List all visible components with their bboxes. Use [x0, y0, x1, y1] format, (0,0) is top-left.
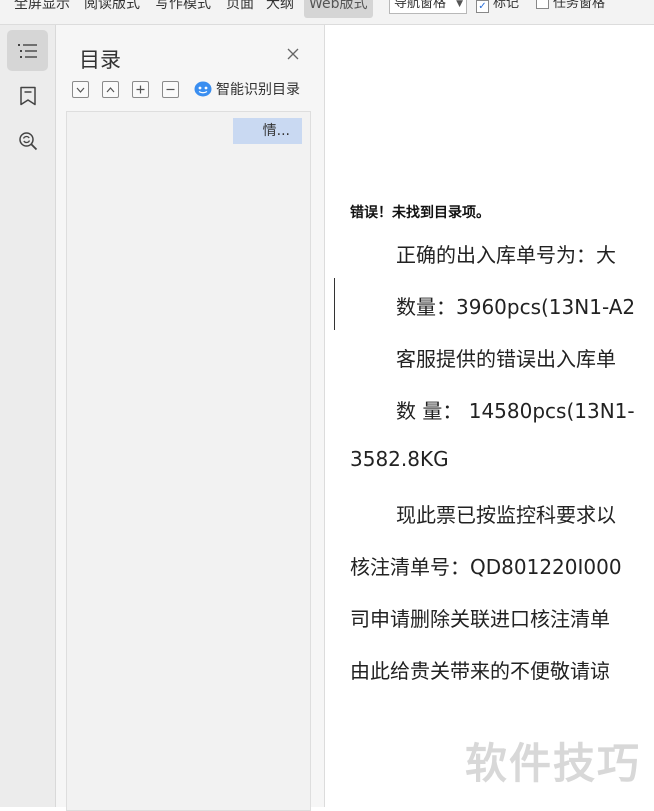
nav-pane-title: 目录 [79, 48, 121, 72]
checkbox-empty-icon [536, 0, 549, 9]
full-screen-button[interactable]: 全屏显示 [14, 0, 70, 18]
doc-paragraph-line: 3582.8KG [350, 447, 449, 471]
find-replace-rail-button[interactable] [7, 120, 48, 161]
reading-layout-button[interactable]: 阅读版式 [84, 0, 140, 18]
task-pane-checkbox[interactable]: 任务窗格 [536, 0, 605, 14]
plus-icon [136, 85, 145, 94]
chevron-down-icon: ▼ [456, 0, 463, 9]
nav-pane-select[interactable]: 导航窗格 ▼ [389, 0, 467, 14]
toc-item[interactable]: 情... [233, 118, 302, 144]
demote-level-button[interactable] [162, 81, 179, 98]
toc-list: 情... [66, 111, 311, 811]
close-nav-pane-button[interactable] [284, 45, 302, 63]
nav-pane-select-value: 导航窗格 [394, 0, 447, 11]
chevron-down-icon [76, 87, 85, 93]
chevron-up-icon [106, 86, 115, 92]
list-icon [17, 43, 37, 58]
search-replace-icon [18, 131, 37, 150]
task-pane-checkbox-label: 任务窗格 [553, 0, 606, 11]
mark-checkbox[interactable]: ✓ 标记 [476, 0, 519, 14]
toc-error-message: 错误！未找到目录项。 [350, 205, 490, 221]
doc-paragraph-line: 数 量： 14580pcs(13N1- [396, 399, 635, 423]
web-layout-button[interactable]: Web版式 [304, 0, 373, 18]
navigation-pane: 目录 智能识别目录 情... [56, 25, 325, 811]
toc-rail-button[interactable] [7, 30, 48, 71]
watermark: 软件技巧 [465, 739, 642, 788]
doc-paragraph-line: 客服提供的错误出入库单 [396, 347, 616, 371]
promote-level-button[interactable] [132, 81, 149, 98]
doc-paragraph-line: 由此给贵关带来的不便敬请谅 [350, 659, 610, 683]
doc-paragraph-line: 核注清单号：QD801220I000 [350, 555, 622, 579]
doc-paragraph-line: 正确的出入库单号为：大 [396, 243, 616, 267]
expand-all-button[interactable] [102, 81, 119, 98]
side-rail [0, 25, 56, 807]
close-icon [287, 48, 299, 60]
doc-paragraph-line: 数量：3960pcs(13N1-A2 [396, 295, 636, 319]
view-toolbar: 全屏显示 阅读版式 写作模式 页面 大纲 Web版式 导航窗格 ▼ ✓ 标记 任务… [0, 0, 654, 25]
doc-paragraph-line: 司申请删除关联进口核注清单 [350, 607, 610, 631]
outline-view-button[interactable]: 大纲 [266, 0, 294, 18]
minus-icon [166, 88, 175, 91]
mark-checkbox-label: 标记 [493, 0, 520, 11]
text-caret [334, 278, 335, 330]
doc-paragraph-line: 现此票已按监控科要求以 [396, 503, 616, 527]
bookmark-rail-button[interactable] [7, 75, 48, 116]
document-page[interactable]: 错误！未找到目录项。 正确的出入库单号为：大 数量：3960pcs(13N1-A… [325, 25, 654, 807]
bookmark-icon [19, 86, 36, 105]
checkmark-icon: ✓ [476, 0, 489, 13]
smart-toc-button[interactable]: 智能识别目录 [194, 79, 300, 99]
collapse-all-button[interactable] [72, 81, 89, 98]
smart-recognize-icon [194, 81, 212, 97]
page-view-button[interactable]: 页面 [226, 0, 254, 18]
smart-toc-label: 智能识别目录 [216, 82, 300, 98]
writing-mode-button[interactable]: 写作模式 [155, 0, 211, 18]
